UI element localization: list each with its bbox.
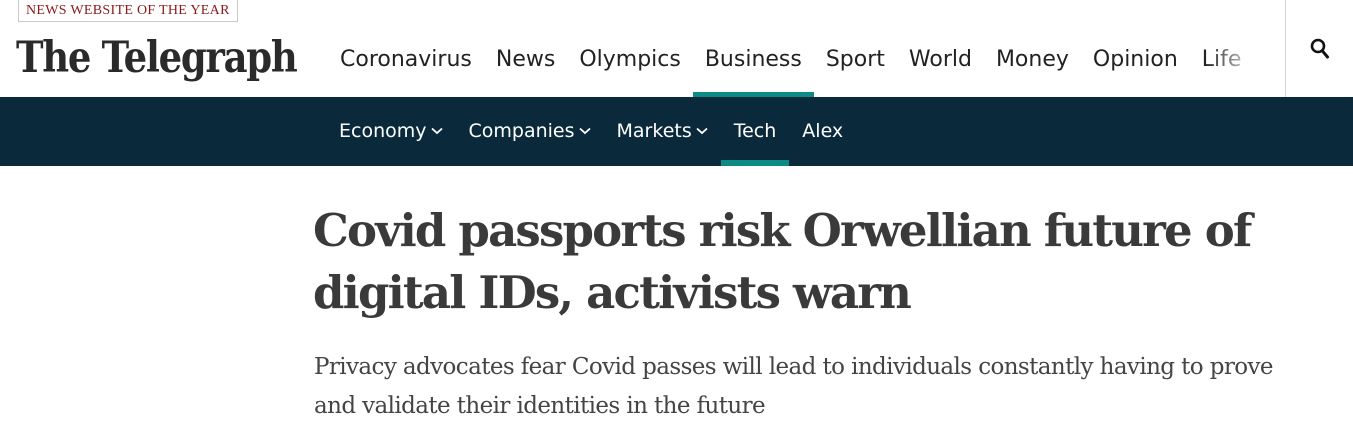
subnav-item-label: Tech [733, 120, 777, 142]
award-badge: NEWS WEBSITE OF THE YEAR [18, 0, 238, 22]
chevron-down-icon [430, 127, 443, 135]
nav-item-world[interactable]: World [897, 0, 984, 97]
subnav-item-economy[interactable]: Economy [326, 97, 456, 166]
main-nav: Coronavirus News Olympics Business Sport… [328, 0, 1253, 97]
nav-item-olympics[interactable]: Olympics [567, 0, 693, 97]
nav-item-opinion[interactable]: Opinion [1081, 0, 1190, 97]
subnav-item-companies[interactable]: Companies [456, 97, 604, 166]
search-button[interactable] [1285, 0, 1353, 97]
subnav-item-label: Economy [339, 120, 427, 142]
nav-item-coronavirus[interactable]: Coronavirus [328, 0, 484, 97]
article-headline: Covid passports risk Orwellian future of… [313, 204, 1252, 319]
section-subnav: Economy Companies Markets Tech Alex [0, 97, 1353, 166]
subnav-item-label: Alex [802, 120, 844, 142]
search-icon [1310, 38, 1329, 58]
site-logo[interactable]: The Telegraph [16, 30, 298, 86]
chevron-down-icon [578, 127, 591, 135]
nav-item-money[interactable]: Money [984, 0, 1081, 97]
site-header: NEWS WEBSITE OF THE YEAR The Telegraph C… [0, 0, 1353, 97]
article-standfirst: Privacy advocates fear Covid passes will… [314, 354, 1274, 419]
chevron-down-icon [696, 127, 708, 135]
nav-item-news[interactable]: News [484, 0, 567, 97]
nav-overflow-fade [1205, 30, 1285, 90]
subnav-item-label: Companies [468, 120, 575, 142]
nav-item-business[interactable]: Business [692, 0, 814, 97]
subnav-item-markets[interactable]: Markets [604, 97, 721, 166]
subnav-item-label: Markets [616, 120, 692, 142]
nav-item-sport[interactable]: Sport [814, 0, 897, 97]
subnav-item-tech[interactable]: Tech [720, 97, 790, 166]
subnav-item-alex[interactable]: Alex [789, 97, 856, 166]
